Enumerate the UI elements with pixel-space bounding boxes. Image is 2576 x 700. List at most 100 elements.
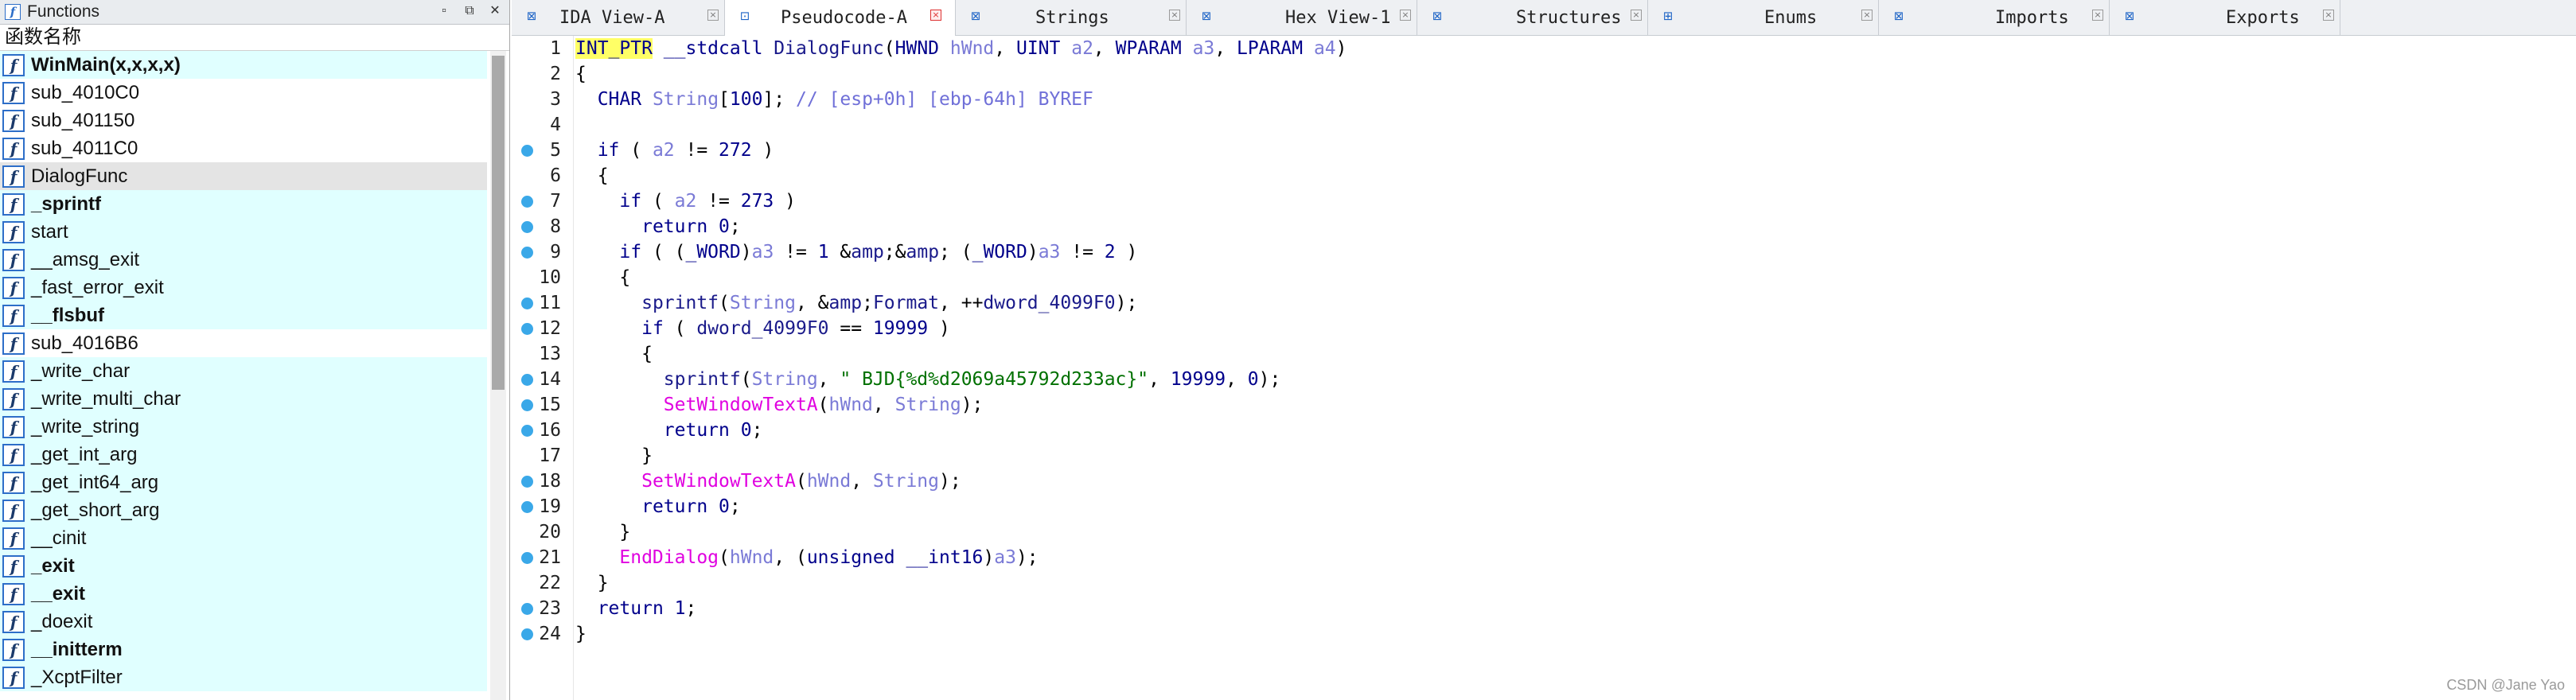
breakpoint-dot-icon[interactable] [521,298,533,309]
breakpoint-dot-icon[interactable] [521,603,533,615]
code-line[interactable]: 14 sprintf(String, " BJD{%d%d2069a45792d… [512,367,2576,392]
code-line[interactable]: 3 CHAR String[100]; // [esp+0h] [ebp-64h… [512,87,2576,112]
code-line[interactable]: 13 { [512,341,2576,367]
code-text[interactable]: if ( a2 != 272 ) [575,138,774,163]
tab-close-icon[interactable]: × [2092,10,2103,21]
code-text[interactable]: EndDialog(hWnd, (unsigned __int16)a3); [575,545,1038,570]
tab-close-icon[interactable]: × [2323,10,2334,21]
code-text[interactable]: if ( a2 != 273 ) [575,189,796,214]
code-text[interactable]: } [575,570,609,596]
function-list-item[interactable]: f _XcptFilter [0,663,487,691]
pseudocode-view[interactable]: 1 INT_PTR __stdcall DialogFunc(HWND hWnd,… [512,36,2576,700]
tab-hex-view-1[interactable]: ⊠ Hex View-1 × [1187,0,1417,35]
code-text[interactable]: sprintf(String, " BJD{%d%d2069a45792d233… [575,367,1281,392]
code-line[interactable]: 6 { [512,163,2576,189]
breakpoint-dot-icon[interactable] [521,196,533,208]
code-line[interactable]: 19 return 0; [512,494,2576,519]
function-list-item[interactable]: f _sprintf [0,190,487,218]
code-text[interactable]: { [575,265,630,290]
function-list-item[interactable]: f __initterm [0,636,487,663]
tab-close-icon[interactable]: × [1631,10,1642,21]
code-line[interactable]: 21 EndDialog(hWnd, (unsigned __int16)a3)… [512,545,2576,570]
code-line[interactable]: 9 if ( (_WORD)a3 != 1 &amp;&amp; (_WORD)… [512,239,2576,265]
function-list-item[interactable]: f sub_4010C0 [0,79,487,107]
function-list-scrollbar[interactable] [490,51,506,700]
function-list-item[interactable]: f sub_4011C0 [0,134,487,162]
code-line[interactable]: 18 SetWindowTextA(hWnd, String); [512,469,2576,494]
function-list-item[interactable]: f _write_string [0,413,487,441]
tab-close-icon[interactable]: × [1169,10,1180,21]
code-text[interactable]: return 0; [575,418,763,443]
code-text[interactable]: { [575,61,587,87]
breakpoint-dot-icon[interactable] [521,628,533,640]
function-list-item[interactable]: f _doexit [0,608,487,636]
scrollbar-thumb[interactable] [492,56,505,390]
code-line[interactable]: 17 } [512,443,2576,469]
code-line[interactable]: 15 SetWindowTextA(hWnd, String); [512,392,2576,418]
code-text[interactable]: return 1; [575,596,697,621]
function-list-item[interactable]: f __cinit [0,524,487,552]
code-line[interactable]: 7 if ( a2 != 273 ) [512,189,2576,214]
breakpoint-dot-icon[interactable] [521,552,533,564]
function-list-item[interactable]: f __exit [0,580,487,608]
function-list-item[interactable]: f _exit [0,552,487,580]
tab-close-icon[interactable]: × [930,10,941,21]
code-text[interactable]: } [575,621,587,647]
code-line[interactable]: 5 if ( a2 != 272 ) [512,138,2576,163]
tab-close-icon[interactable]: × [707,10,719,21]
function-list-item[interactable]: f _get_int64_arg [0,469,487,496]
functions-panel-titlebar[interactable]: f Functions ▫ ⧉ ✕ [0,0,509,25]
code-line[interactable]: 12 if ( dword_4099F0 == 19999 ) [512,316,2576,341]
code-text[interactable]: SetWindowTextA(hWnd, String); [575,469,961,494]
minimize-icon[interactable]: ▫ [436,3,452,19]
code-line[interactable]: 1 INT_PTR __stdcall DialogFunc(HWND hWnd,… [512,36,2576,61]
breakpoint-dot-icon[interactable] [521,501,533,513]
float-icon[interactable]: ⧉ [462,3,477,19]
code-text[interactable]: CHAR String[100]; // [esp+0h] [ebp-64h] … [575,87,1093,112]
function-list-item[interactable]: f __flsbuf [0,301,487,329]
code-line[interactable]: 8 return 0; [512,214,2576,239]
code-line[interactable]: 23 return 1; [512,596,2576,621]
tab-pseudocode-a[interactable]: ⊡ Pseudocode-A × [725,0,956,36]
function-list-item[interactable]: f sub_401150 [0,107,487,134]
breakpoint-dot-icon[interactable] [521,399,533,411]
tab-enums[interactable]: ⊞ Enums × [1648,0,1879,35]
code-text[interactable]: } [575,519,630,545]
code-line[interactable]: 2{ [512,61,2576,87]
code-text[interactable]: if ( dword_4099F0 == 19999 ) [575,316,950,341]
code-line[interactable]: 10 { [512,265,2576,290]
breakpoint-dot-icon[interactable] [521,145,533,157]
function-name-column-header[interactable]: 函数名称 [0,25,509,51]
function-list-item[interactable]: f DialogFunc [0,162,487,190]
code-line[interactable]: 20 } [512,519,2576,545]
tab-structures[interactable]: ⊠ Structures × [1417,0,1648,35]
code-line[interactable]: 11 sprintf(String, &amp;Format, ++dword_… [512,290,2576,316]
code-text[interactable]: { [575,163,609,189]
tab-exports[interactable]: ⊠ Exports × [2110,0,2340,35]
code-text[interactable]: return 0; [575,494,741,519]
breakpoint-dot-icon[interactable] [521,374,533,386]
code-text[interactable]: INT_PTR __stdcall DialogFunc(HWND hWnd, … [575,36,1347,61]
function-list-item[interactable]: f start [0,218,487,246]
breakpoint-dot-icon[interactable] [521,323,533,335]
code-text[interactable]: } [575,443,653,469]
code-text[interactable]: sprintf(String, &amp;Format, ++dword_409… [575,290,1137,316]
breakpoint-dot-icon[interactable] [521,425,533,437]
breakpoint-dot-icon[interactable] [521,247,533,259]
tab-strings[interactable]: ⊠ Strings × [956,0,1187,35]
tab-close-icon[interactable]: × [1861,10,1873,21]
function-list-item[interactable]: f _get_short_arg [0,496,487,524]
code-text[interactable]: SetWindowTextA(hWnd, String); [575,392,984,418]
tab-close-icon[interactable]: × [1400,10,1411,21]
breakpoint-dot-icon[interactable] [521,221,533,233]
close-icon[interactable]: ✕ [487,3,503,19]
code-line[interactable]: 4 [512,112,2576,138]
code-text[interactable]: { [575,341,653,367]
function-list-item[interactable]: f _fast_error_exit [0,274,487,301]
tab-imports[interactable]: ⊠ Imports × [1879,0,2110,35]
function-list-item[interactable]: f __amsg_exit [0,246,487,274]
code-line[interactable]: 16 return 0; [512,418,2576,443]
function-list-item[interactable]: f _get_int_arg [0,441,487,469]
code-text[interactable]: if ( (_WORD)a3 != 1 &amp;&amp; (_WORD)a3… [575,239,1137,265]
function-list-item[interactable]: f _write_char [0,357,487,385]
